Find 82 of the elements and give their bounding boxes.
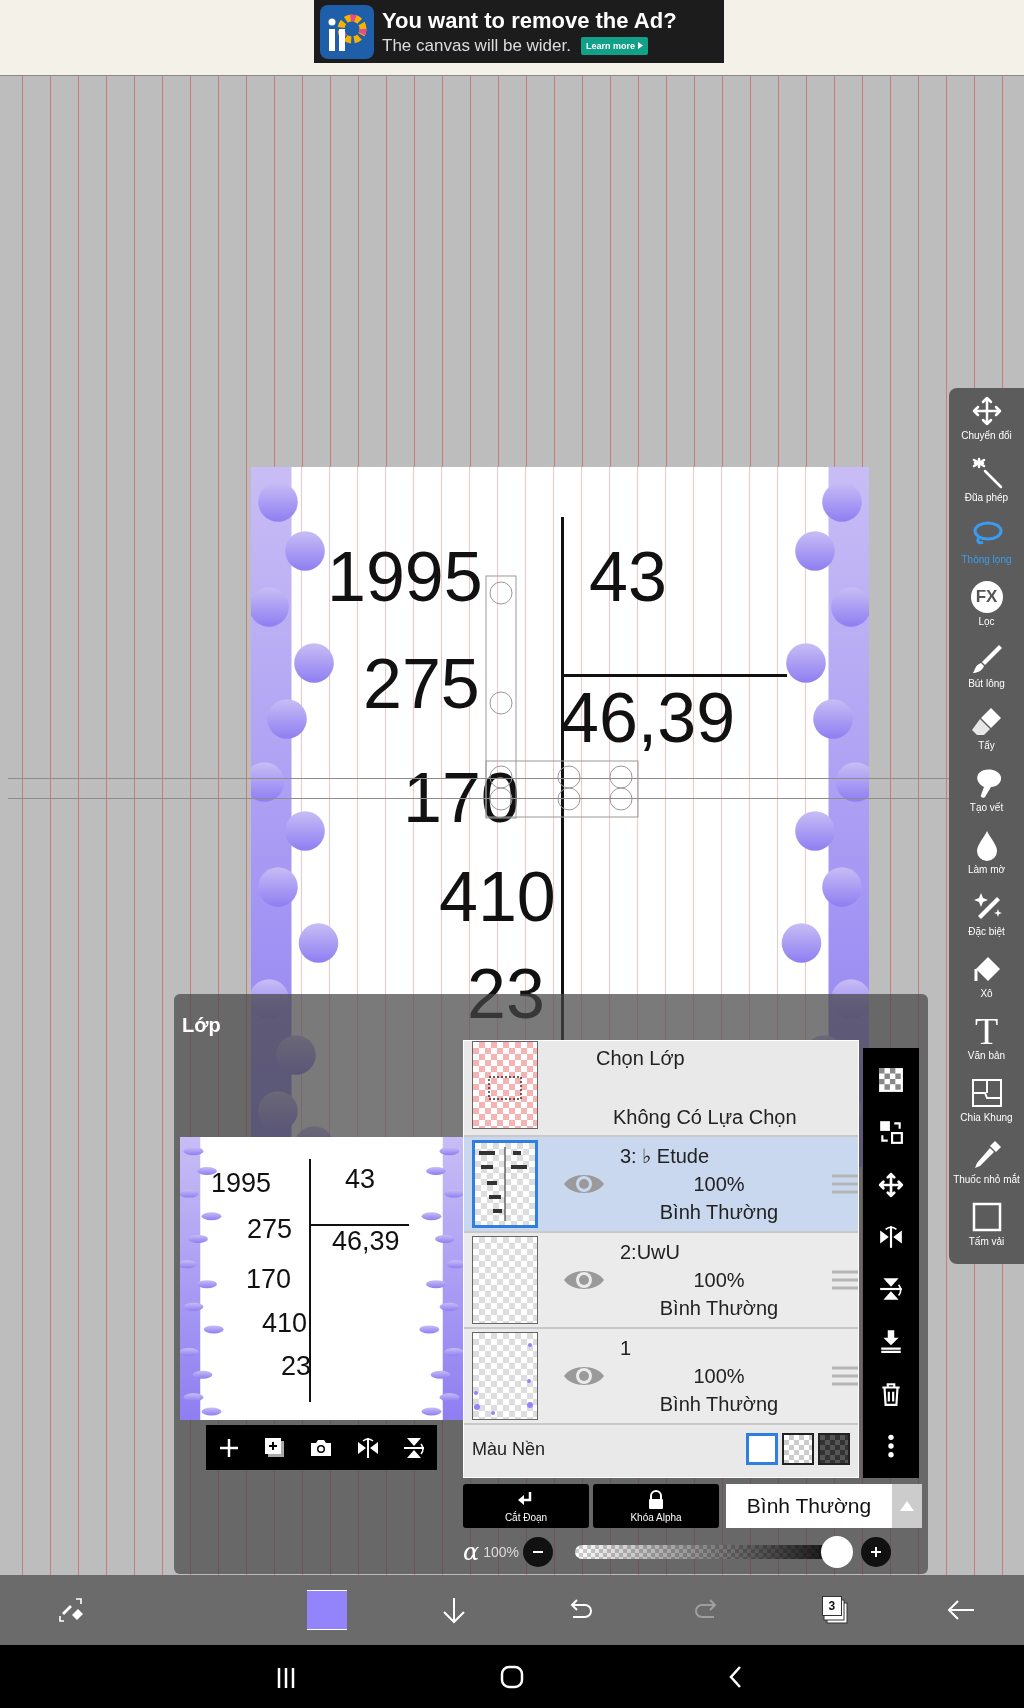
drag-handle-icon[interactable] — [832, 1269, 858, 1291]
layer-opacity: 100% — [693, 1268, 745, 1292]
layer-name: 3: ♭ Etude — [620, 1144, 710, 1168]
tool-button[interactable]: Chia Khung — [949, 1074, 1024, 1136]
layers-button[interactable]: 3 — [816, 1593, 851, 1627]
number-text: 1995 — [327, 542, 483, 612]
slider-thumb[interactable] — [821, 1536, 854, 1568]
move-icon — [970, 395, 1003, 427]
layer-row[interactable]: 3: ♭ Etude 100% Bình Thường — [464, 1137, 858, 1233]
move-icon[interactable] — [878, 1171, 904, 1198]
text-tool-icon: T — [974, 1014, 999, 1048]
panel-title: Lớp — [182, 1014, 221, 1037]
layer-row[interactable]: 2:UwU 100% Bình Thường — [464, 1233, 858, 1329]
opacity-reading: 100% — [483, 1544, 520, 1560]
opacity-slider[interactable] — [575, 1536, 854, 1568]
tool-button[interactable]: Đũa phép — [949, 454, 1024, 516]
background-option[interactable] — [782, 1433, 814, 1465]
layer-count: 3 — [821, 1596, 842, 1616]
selection-layer-title: Chọn Lớp — [596, 1047, 686, 1070]
tool-button[interactable]: Bút lông — [949, 640, 1024, 702]
tool-button[interactable]: Chuyển đổi — [949, 392, 1024, 454]
plus-icon — [869, 1545, 884, 1559]
current-color-swatch[interactable] — [306, 1590, 347, 1630]
layer-blend-mode: Bình Thường — [659, 1392, 779, 1416]
flip-vertical-icon[interactable] — [401, 1435, 426, 1460]
checkerboard-icon[interactable] — [878, 1067, 904, 1094]
tool-button[interactable]: Đặc biệt — [949, 888, 1024, 950]
ad-banner[interactable]: You want to remove the Ad? The canvas will be wider. Learn more — [314, 0, 724, 63]
clipping-button[interactable]: Cắt Đoạn — [463, 1484, 589, 1528]
blend-mode-dropdown[interactable]: Bình Thường — [726, 1484, 922, 1528]
tool-button[interactable]: T Văn bản — [949, 1012, 1024, 1074]
background-color-label: Màu Nền — [472, 1438, 547, 1460]
decrease-button[interactable] — [523, 1537, 554, 1567]
tool-button[interactable]: Tấm vải — [949, 1198, 1024, 1260]
layer-row[interactable]: 1 100% Bình Thường — [464, 1329, 858, 1425]
alpha-symbol: α — [463, 1538, 480, 1566]
filter-icon: FX — [970, 581, 1003, 613]
number-text: 275 — [247, 1216, 293, 1243]
app-logo-icon — [320, 4, 374, 59]
play-icon — [638, 42, 643, 49]
swap-layers-icon[interactable] — [878, 1119, 904, 1146]
number-text: 43 — [345, 1166, 376, 1193]
number-text: 1995 — [211, 1170, 272, 1197]
layer-blend-mode: Bình Thường — [659, 1296, 779, 1320]
selection-status: Không Có Lựa Chọn — [613, 1106, 798, 1129]
number-text: 410 — [262, 1310, 308, 1337]
magic-wand-icon — [970, 457, 1003, 489]
increase-button[interactable] — [861, 1537, 892, 1567]
number-text: 23 — [281, 1353, 312, 1380]
canvas-icon — [970, 1201, 1003, 1233]
layer-name: 1 — [620, 1336, 632, 1360]
ad-headline: You want to remove the Ad? — [382, 7, 677, 34]
number-text: 170 — [403, 763, 520, 833]
ad-subline: The canvas will be wider. — [382, 35, 571, 56]
tool-button[interactable]: Làm mờ — [949, 826, 1024, 888]
caret-icon — [900, 1501, 914, 1511]
drag-handle-icon[interactable] — [832, 1173, 858, 1195]
alpha-lock-button[interactable]: Khóa Alpha — [593, 1484, 719, 1528]
tool-button[interactable]: Thuốc nhỏ mắt — [949, 1136, 1024, 1198]
layer-opacity: 100% — [693, 1173, 745, 1196]
tool-button[interactable]: Xô — [949, 950, 1024, 1012]
number-text: 275 — [363, 649, 480, 719]
tool-button[interactable]: FX Lọc — [949, 578, 1024, 640]
selection-marquee-icon — [488, 1076, 522, 1100]
layer-opacity: 100% — [693, 1364, 745, 1388]
lock-icon — [646, 1489, 666, 1510]
number-text: 46,39 — [332, 1228, 400, 1255]
tool-button[interactable]: Tạo vết — [949, 764, 1024, 826]
number-text: 46,39 — [560, 683, 736, 753]
merge-down-icon[interactable] — [878, 1328, 904, 1355]
layer-blend-mode: Bình Thường — [659, 1201, 779, 1224]
number-text: 410 — [439, 862, 556, 932]
eraser-icon — [970, 705, 1003, 737]
number-text: 170 — [246, 1266, 292, 1293]
number-text: 43 — [589, 542, 667, 612]
layer-name: 2:UwU — [620, 1240, 680, 1264]
flip-horizontal-icon[interactable] — [355, 1435, 380, 1460]
tool-button[interactable]: Tẩy — [949, 702, 1024, 764]
flip-horizontal-icon[interactable] — [878, 1223, 904, 1250]
flip-vertical-icon[interactable] — [878, 1276, 904, 1303]
brush-icon — [970, 643, 1003, 675]
drag-handle-icon[interactable] — [832, 1365, 858, 1387]
